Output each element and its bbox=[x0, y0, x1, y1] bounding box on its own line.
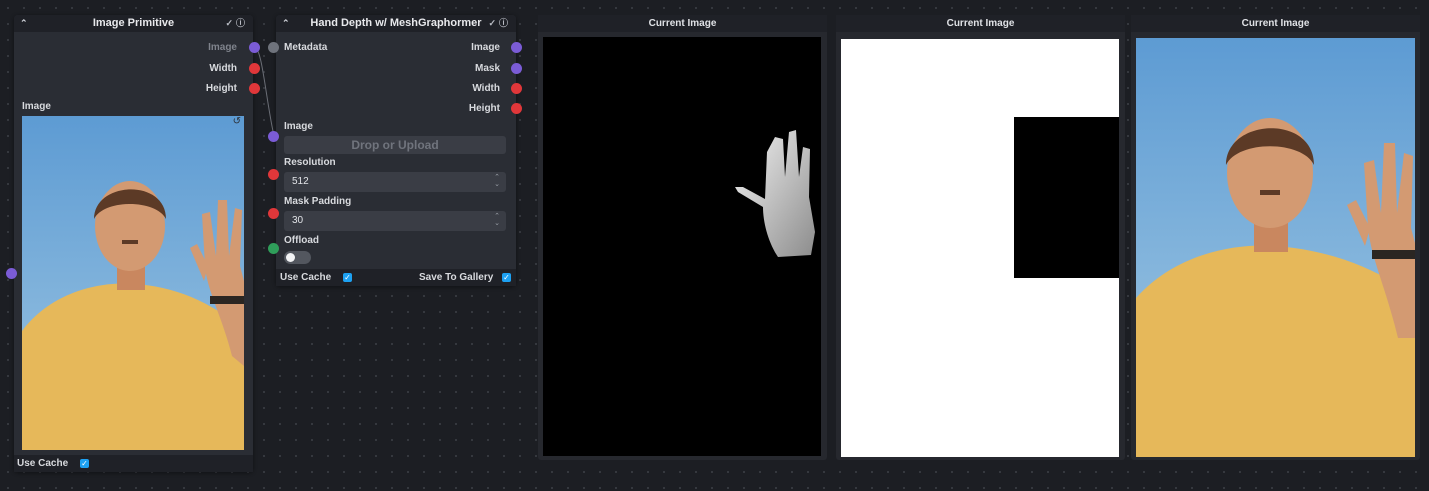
output-width-label: Width bbox=[472, 83, 500, 94]
image-primitive-header[interactable]: ⌃ Image Primitive ✓ⓘ bbox=[14, 15, 253, 32]
mask-output-socket[interactable] bbox=[511, 63, 522, 74]
output-image-label: Image bbox=[471, 42, 500, 53]
image-output-socket[interactable] bbox=[511, 42, 522, 53]
node-title: Hand Depth w/ MeshGraphormer bbox=[310, 17, 482, 29]
use-cache-checkbox[interactable]: ✓ bbox=[343, 273, 352, 282]
image-input-socket[interactable] bbox=[6, 268, 17, 279]
resolution-input-socket[interactable] bbox=[268, 169, 279, 180]
output-height-label: Height bbox=[205, 83, 237, 94]
metadata-input-label: Metadata bbox=[284, 42, 328, 53]
check-icon[interactable]: ✓ bbox=[488, 18, 499, 28]
hand-depth-header[interactable]: ⌃ Hand Depth w/ MeshGraphormer ✓ⓘ bbox=[276, 15, 516, 32]
height-output-socket[interactable] bbox=[511, 103, 522, 114]
image-field-label: Image bbox=[284, 121, 313, 132]
output-image-label: Image bbox=[208, 42, 237, 53]
use-cache-label: Use Cache bbox=[280, 272, 332, 283]
current-image-node-depth[interactable]: Current Image bbox=[538, 15, 827, 460]
mask-padding-input-socket[interactable] bbox=[268, 208, 279, 219]
output-width-label: Width bbox=[209, 63, 237, 74]
chevron-up-icon[interactable]: ⌃ bbox=[20, 15, 28, 32]
preview-title: Current Image bbox=[1131, 15, 1420, 32]
image-output-socket[interactable] bbox=[249, 42, 260, 53]
reset-icon[interactable]: ↺ bbox=[233, 116, 241, 127]
resolution-label: Resolution bbox=[284, 157, 336, 168]
info-icon[interactable]: ⓘ bbox=[236, 18, 248, 28]
image-primitive-node[interactable]: ⌃ Image Primitive ✓ⓘ Image Width Height … bbox=[14, 15, 253, 472]
use-cache-checkbox[interactable]: ✓ bbox=[80, 459, 89, 468]
current-image-node-original[interactable]: Current Image bbox=[1131, 15, 1420, 460]
use-cache-label: Use Cache bbox=[17, 458, 69, 469]
width-output-socket[interactable] bbox=[249, 63, 260, 74]
mask-padding-value: 30 bbox=[292, 215, 304, 226]
source-image[interactable]: ↺ bbox=[22, 116, 244, 450]
chevron-up-icon[interactable]: ⌃ bbox=[282, 15, 290, 32]
image-primitive-footer: Use Cache ✓ bbox=[14, 455, 253, 472]
hand-depth-node[interactable]: ⌃ Hand Depth w/ MeshGraphormer ✓ⓘ Metada… bbox=[276, 15, 516, 286]
original-image[interactable] bbox=[1136, 38, 1415, 457]
offload-label: Offload bbox=[284, 235, 319, 246]
mask-padding-label: Mask Padding bbox=[284, 196, 352, 207]
output-height-label: Height bbox=[468, 103, 500, 114]
image-upload-dropzone[interactable]: Drop or Upload bbox=[284, 136, 506, 154]
save-to-gallery-label: Save To Gallery bbox=[419, 272, 494, 283]
mask-padding-stepper[interactable]: ⌃ ⌄ bbox=[494, 213, 500, 227]
mask-region bbox=[1014, 117, 1119, 278]
preview-title: Current Image bbox=[538, 15, 827, 32]
preview-title: Current Image bbox=[836, 15, 1125, 32]
check-icon[interactable]: ✓ bbox=[225, 18, 236, 28]
offload-input-socket[interactable] bbox=[268, 243, 279, 254]
width-output-socket[interactable] bbox=[511, 83, 522, 94]
node-title: Image Primitive bbox=[92, 17, 175, 29]
mask-image[interactable] bbox=[841, 39, 1119, 457]
resolution-input[interactable]: 512 ⌃ ⌄ bbox=[284, 172, 506, 192]
depth-image[interactable] bbox=[543, 37, 821, 456]
image-field-label: Image bbox=[22, 101, 51, 112]
output-mask-label: Mask bbox=[474, 63, 500, 74]
save-to-gallery-checkbox[interactable]: ✓ bbox=[502, 273, 511, 282]
current-image-node-mask[interactable]: Current Image bbox=[836, 15, 1125, 460]
metadata-input-socket[interactable] bbox=[268, 42, 279, 53]
mask-padding-input[interactable]: 30 ⌃ ⌄ bbox=[284, 211, 506, 231]
info-icon[interactable]: ⓘ bbox=[499, 18, 511, 28]
height-output-socket[interactable] bbox=[249, 83, 260, 94]
hand-depth-footer: Use Cache ✓ Save To Gallery ✓ bbox=[276, 269, 516, 286]
resolution-value: 512 bbox=[292, 176, 309, 187]
toggle-knob bbox=[286, 253, 295, 262]
offload-toggle[interactable] bbox=[284, 251, 311, 264]
resolution-stepper[interactable]: ⌃ ⌄ bbox=[494, 174, 500, 188]
image-input-socket[interactable] bbox=[268, 131, 279, 142]
